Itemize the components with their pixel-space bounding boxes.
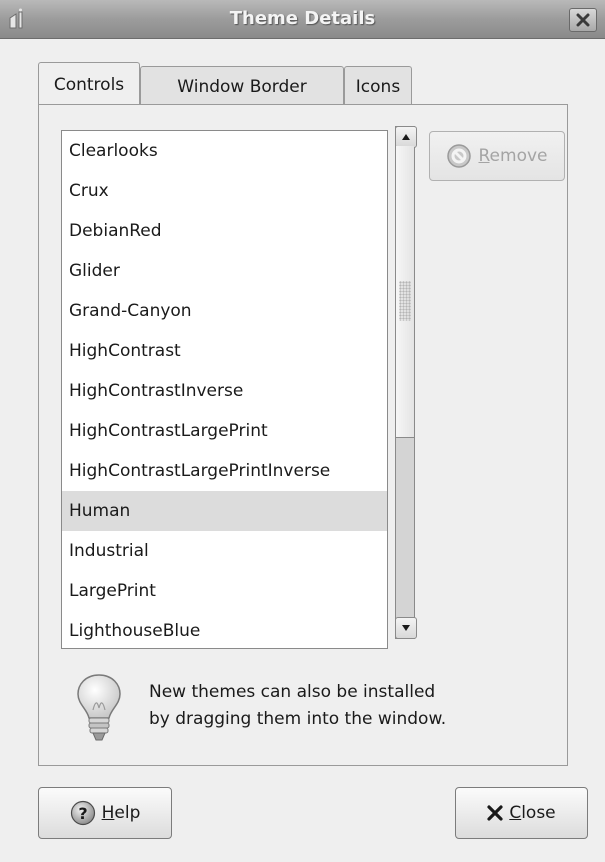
tab-icons[interactable]: Icons bbox=[344, 66, 412, 104]
close-button[interactable]: Close bbox=[455, 787, 588, 839]
close-label: Close bbox=[509, 803, 556, 823]
arrow-up-icon bbox=[402, 134, 410, 140]
x-icon bbox=[487, 805, 503, 821]
svg-text:?: ? bbox=[78, 804, 87, 823]
theme-list[interactable]: Clearlooks Crux DebianRed Glider Grand-C… bbox=[61, 130, 388, 649]
title-bar[interactable]: Theme Details bbox=[0, 0, 605, 39]
no-entry-icon bbox=[447, 144, 472, 168]
lightbulb-icon bbox=[77, 674, 121, 741]
list-scrollbar[interactable] bbox=[395, 126, 417, 639]
list-item[interactable]: HighContrastLargePrint bbox=[62, 411, 387, 451]
window-close-button[interactable] bbox=[569, 8, 597, 32]
tab-window-border[interactable]: Window Border bbox=[140, 66, 344, 104]
scroll-up-button[interactable] bbox=[395, 126, 417, 148]
list-item[interactable]: Clearlooks bbox=[62, 131, 387, 171]
list-item[interactable]: DebianRed bbox=[62, 211, 387, 251]
arrow-down-icon bbox=[402, 625, 410, 631]
drag-install-hint: New themes can also be installed by drag… bbox=[149, 682, 447, 729]
help-icon: ? bbox=[70, 800, 95, 826]
remove-button[interactable]: Remove bbox=[429, 131, 565, 181]
list-item[interactable]: Grand-Canyon bbox=[62, 291, 387, 331]
tab-controls[interactable]: Controls bbox=[38, 62, 140, 104]
list-item[interactable]: HighContrast bbox=[62, 331, 387, 371]
list-item[interactable]: Glider bbox=[62, 251, 387, 291]
scroll-down-button[interactable] bbox=[395, 617, 417, 639]
close-icon bbox=[576, 13, 590, 27]
remove-label: Remove bbox=[478, 146, 548, 166]
list-item[interactable]: LighthouseBlue bbox=[62, 611, 387, 648]
window-title: Theme Details bbox=[229, 8, 376, 29]
list-item-selected[interactable]: Human bbox=[62, 491, 387, 531]
list-item[interactable]: HighContrastLargePrintInverse bbox=[62, 451, 387, 491]
list-item[interactable]: Industrial bbox=[62, 531, 387, 571]
list-item[interactable]: HighContrastInverse bbox=[62, 371, 387, 411]
list-item[interactable]: Crux bbox=[62, 171, 387, 211]
help-button[interactable]: ? Help bbox=[38, 787, 172, 839]
grip-icon bbox=[399, 281, 411, 321]
list-item[interactable]: LargePrint bbox=[62, 571, 387, 611]
help-label: Help bbox=[101, 803, 141, 823]
scroll-thumb[interactable] bbox=[396, 146, 414, 438]
